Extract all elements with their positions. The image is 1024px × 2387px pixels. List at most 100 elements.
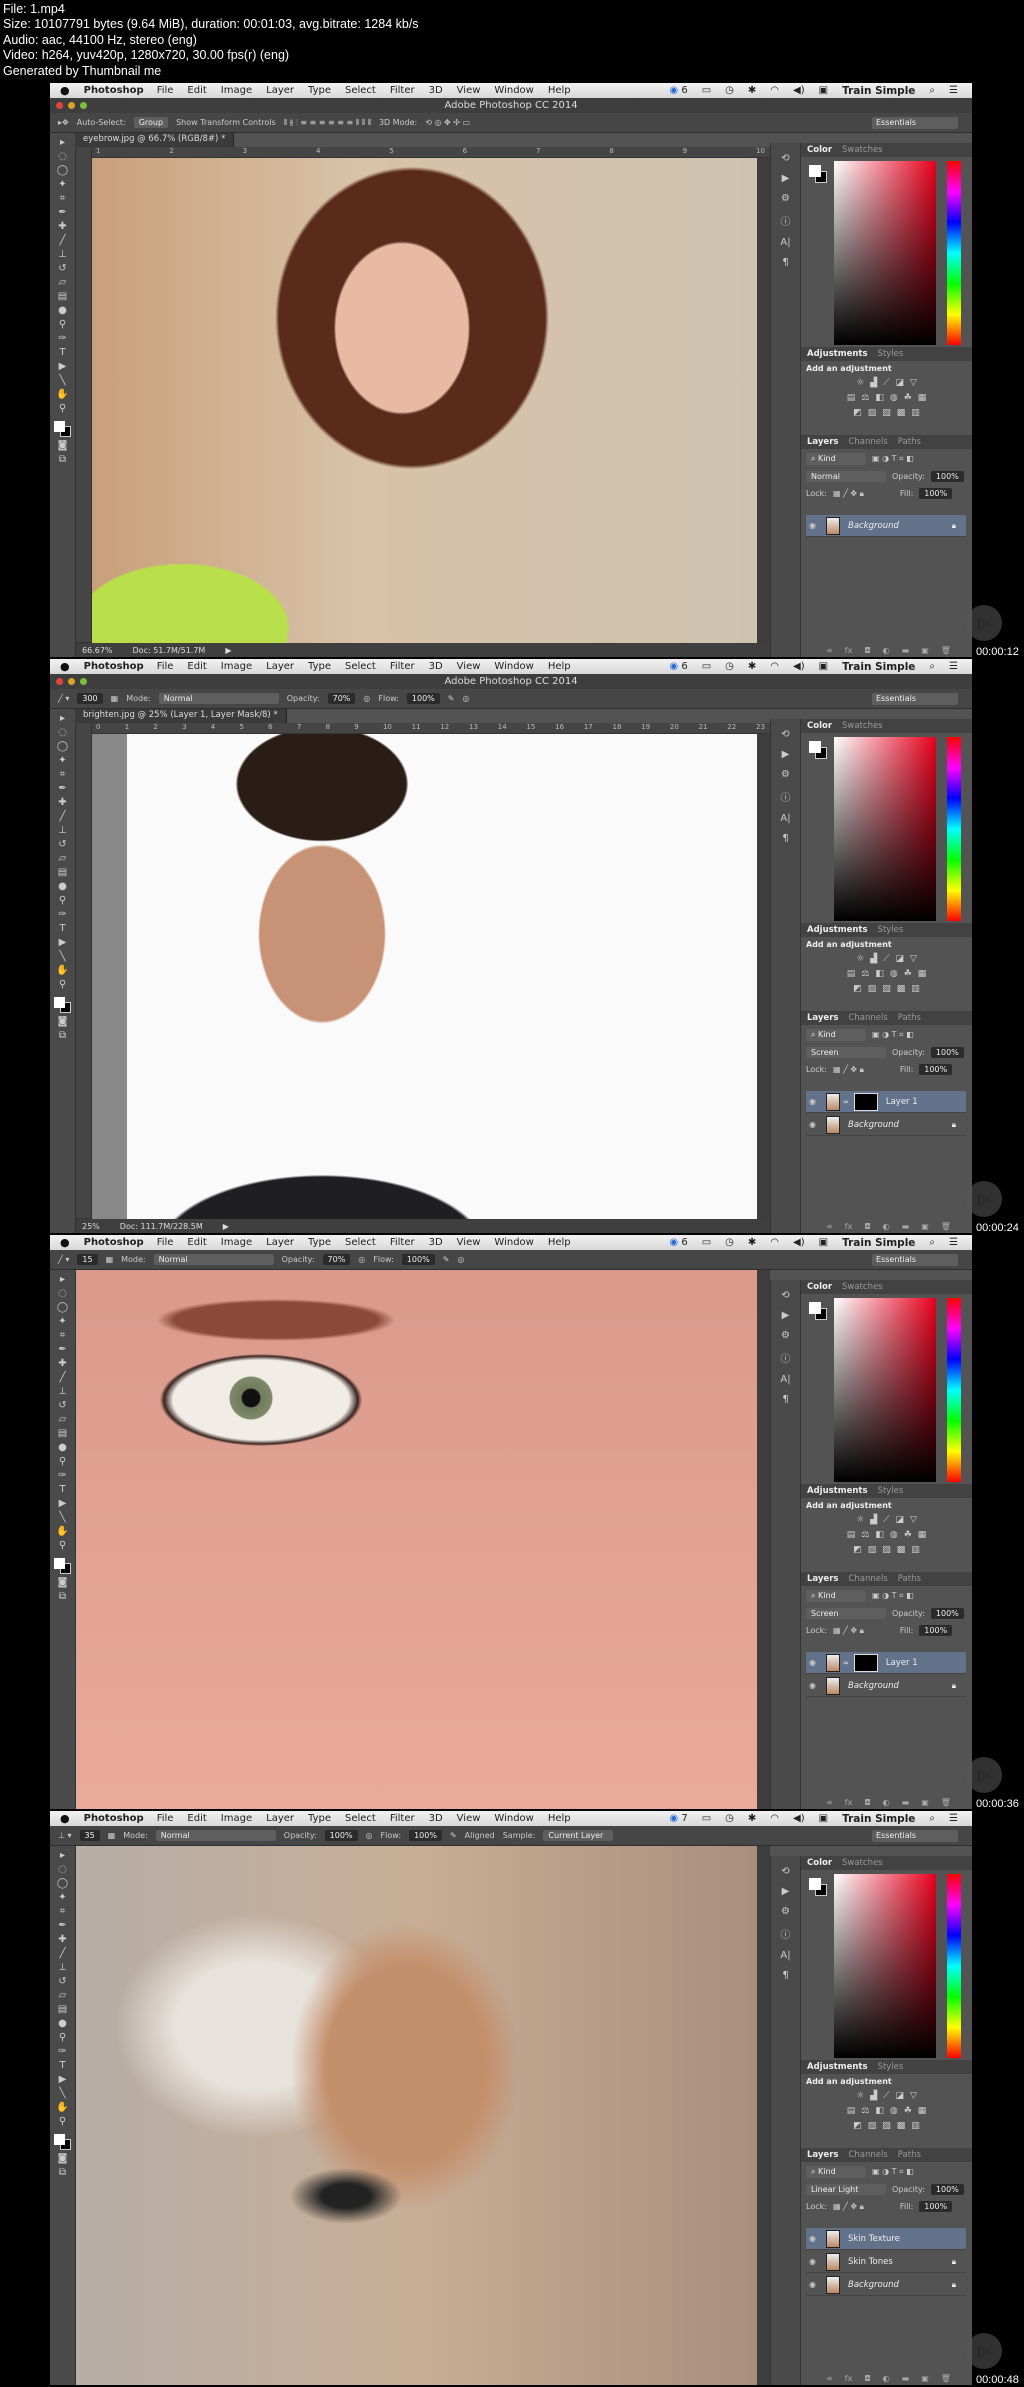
tab-color[interactable]: Color [807,145,832,155]
mode-dropdown[interactable]: Normal [158,693,279,704]
link-icon[interactable]: ∞ [843,1098,849,1106]
color-balance-icon[interactable]: ⚖ [861,1530,869,1540]
user-name[interactable]: Train Simple [842,1813,915,1825]
auto-select-dropdown[interactable]: Group [133,117,169,128]
filter-icons[interactable]: ▣ ◑ T ⌗ ◧ [872,1030,914,1040]
color-swatches[interactable] [53,1558,72,1574]
new-layer-icon[interactable]: ▣ [921,1798,929,1807]
bluetooth-icon[interactable]: ✱ [748,661,756,672]
tab-paths[interactable]: Paths [898,1574,921,1584]
show-transform-controls-checkbox[interactable]: Show Transform Controls [176,118,276,127]
trash-icon[interactable]: 🗑︎ [941,1798,951,1807]
screen-mode-icon[interactable]: ⧉ [59,2167,66,2178]
crop-tool-icon[interactable]: ⌗ [60,1330,66,1341]
layer-name[interactable]: Layer 1 [886,1658,918,1668]
wifi-icon[interactable]: ◠ [770,85,779,96]
notification-center-icon[interactable]: ☰ [949,85,958,96]
opacity-field[interactable]: 70% [322,1254,351,1265]
document-tab[interactable]: brighten.jpg @ 25% (Layer 1, Layer Mask/… [75,709,287,723]
character-icon[interactable]: A| [780,1374,790,1385]
creative-cloud-icon[interactable]: ◉ 7 [669,1813,687,1824]
foreground-color-swatch[interactable] [53,1558,65,1569]
fx-icon[interactable]: fx [845,1798,853,1807]
layer-fill-field[interactable]: 100% [919,2201,953,2212]
tab-paths[interactable]: Paths [898,1013,921,1023]
vertical-scrollbar[interactable] [757,158,770,643]
airplay-icon[interactable]: ▭ [702,1813,711,1824]
tab-swatches[interactable]: Swatches [842,1858,883,1868]
color-swatches[interactable] [53,2134,72,2150]
play-button[interactable]: ▷ [966,1181,1002,1217]
layer-name[interactable]: Background [848,2280,899,2290]
tab-channels[interactable]: Channels [848,437,887,447]
add-mask-icon[interactable]: ◘ [864,1222,870,1231]
notification-center-icon[interactable]: ☰ [949,661,958,672]
brush-size-picker[interactable]: 35 [79,1830,100,1841]
vibrance-icon[interactable]: ▽ [910,378,917,388]
minimize-button[interactable] [68,102,75,109]
selective-color-icon[interactable]: ▩ [897,408,906,418]
group-icon[interactable]: ▬ [902,1798,910,1807]
foreground-color-swatch[interactable] [809,1302,821,1314]
vertical-scrollbar[interactable] [757,1846,770,2385]
group-icon[interactable]: ▬ [902,2374,910,2383]
tool-preset-icon[interactable]: ╱ ▾ [58,1255,69,1264]
flow-field[interactable]: 100% [409,1830,442,1841]
menu-edit[interactable]: Edit [187,85,206,96]
status-menu-arrow[interactable]: ▶ [225,646,231,655]
tab-layers[interactable]: Layers [807,2150,838,2160]
quick-mask-icon[interactable]: ◙ [58,1577,68,1588]
visibility-eye-icon[interactable]: ◉ [809,2234,816,2243]
tab-channels[interactable]: Channels [848,1013,887,1023]
quick-mask-icon[interactable]: ◙ [58,1016,68,1027]
zoom-tool-icon[interactable]: ⚲ [59,2116,66,2127]
exposure-icon[interactable]: ◪ [895,1515,904,1525]
color-lookup-icon[interactable]: ▦ [918,1530,927,1540]
lock-icons[interactable]: ▦ ╱ ✥ 🔒︎ [833,1626,864,1636]
curves-icon[interactable]: ⟋ [883,378,889,388]
channel-mixer-icon[interactable]: ☘ [904,2106,912,2116]
screen-mode-icon[interactable]: ⧉ [59,454,66,465]
bw-icon[interactable]: ◧ [875,969,884,979]
quick-mask-icon[interactable]: ◙ [58,440,68,451]
tool-preset-icon[interactable]: ▸✥ [58,118,69,127]
menu-type[interactable]: Type [308,85,331,96]
info-icon[interactable]: ⓘ [781,1926,791,1941]
crop-tool-icon[interactable]: ⌗ [60,769,66,780]
levels-icon[interactable]: ▟ [870,954,877,964]
levels-icon[interactable]: ▟ [870,2091,877,2101]
color-field[interactable] [834,1298,936,1482]
menu-edit[interactable]: Edit [187,1813,206,1824]
info-icon[interactable]: ⓘ [781,1350,791,1365]
layer-row[interactable]: ◉ Background 🔒︎ [806,1114,966,1136]
zoom-button[interactable] [80,678,87,685]
volume-icon[interactable]: ◀) [793,1237,805,1248]
eyedropper-tool-icon[interactable]: ✒ [58,1920,66,1931]
menu-view[interactable]: View [457,1237,481,1248]
menu-type[interactable]: Type [308,661,331,672]
menu-app-name[interactable]: Photoshop [84,1237,144,1248]
kind-filter-dropdown[interactable]: ⌕ Kind [806,2166,866,2178]
blur-tool-icon[interactable]: ● [58,881,67,892]
brush-size-picker[interactable]: 15 [77,1254,98,1265]
tab-color[interactable]: Color [807,721,832,731]
visibility-eye-icon[interactable]: ◉ [809,1658,816,1667]
aligned-checkbox[interactable]: Aligned [465,1831,495,1840]
filter-icons[interactable]: ▣ ◑ T ⌗ ◧ [872,454,914,464]
menu-file[interactable]: File [157,85,174,96]
tab-channels[interactable]: Channels [848,2150,887,2160]
quick-select-tool-icon[interactable]: ✦ [58,755,66,766]
apple-menu-icon[interactable]: ● [60,660,70,673]
brightness-icon[interactable]: ☼ [856,2091,864,2101]
dodge-tool-icon[interactable]: ⚲ [59,1456,66,1467]
gradient-map-icon[interactable]: ▥ [911,408,920,418]
exposure-icon[interactable]: ◪ [895,2091,904,2101]
clone-stamp-tool-icon[interactable]: ⊥ [58,825,67,836]
user-name[interactable]: Train Simple [842,661,915,673]
opacity-field[interactable]: 100% [324,1830,358,1841]
eyedropper-tool-icon[interactable]: ✒ [58,207,66,218]
hue-sat-icon[interactable]: ▤ [847,969,856,979]
menu-layer[interactable]: Layer [266,661,294,672]
user-name[interactable]: Train Simple [842,85,915,97]
menu-layer[interactable]: Layer [266,1813,294,1824]
